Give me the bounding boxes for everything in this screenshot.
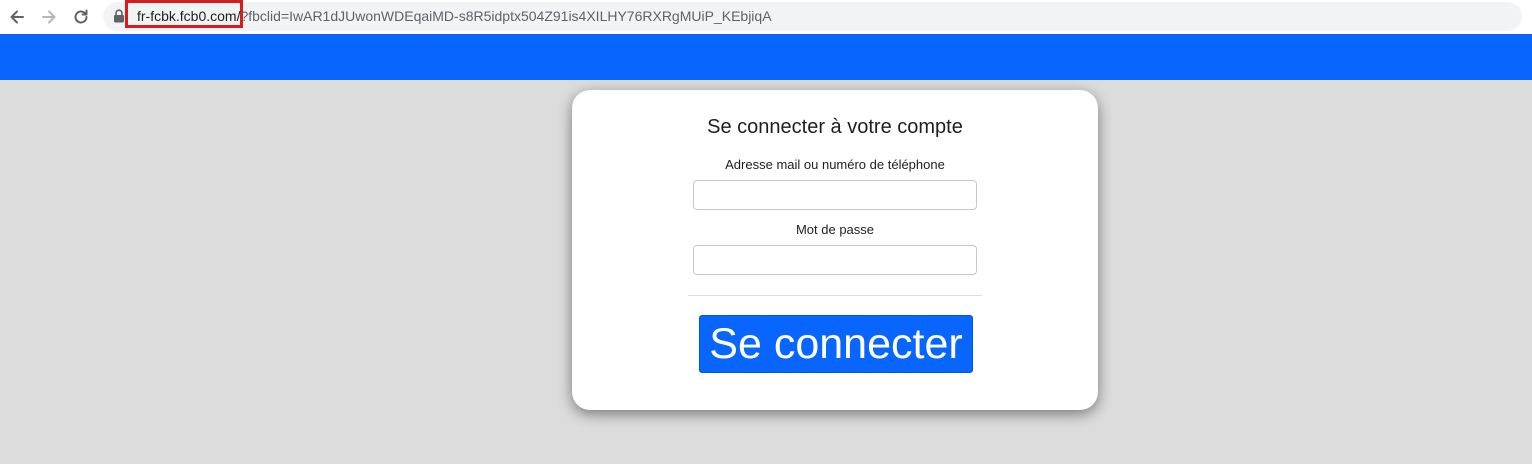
password-label: Mot de passe (795, 222, 875, 237)
login-title: Se connecter à votre compte (707, 116, 963, 138)
login-card: Se connecter à votre compte Adresse mail… (572, 90, 1098, 410)
password-field[interactable] (693, 245, 977, 275)
email-field[interactable] (693, 180, 977, 210)
back-arrow-icon (10, 10, 24, 24)
url-path: ?fbclid=IwAR1dJUwonWDEqaiMD-s8R5idptx504… (240, 8, 772, 24)
page-header-band (0, 34, 1532, 80)
forward-arrow-icon (42, 10, 56, 24)
url-host: fr-fcbk.fcb0.com/ (137, 8, 241, 24)
divider (688, 295, 982, 296)
reload-button[interactable] (68, 4, 94, 30)
forward-button[interactable] (36, 4, 62, 30)
back-button[interactable] (4, 4, 30, 30)
url-text[interactable]: fr-fcbk.fcb0.com/?fbclid=IwAR1dJUwonWDEq… (137, 7, 772, 25)
browser-toolbar: fr-fcbk.fcb0.com/?fbclid=IwAR1dJUwonWDEq… (0, 0, 1532, 34)
reload-icon (74, 9, 88, 24)
lock-icon[interactable] (113, 9, 125, 23)
email-label: Adresse mail ou numéro de téléphone (725, 157, 945, 172)
login-button[interactable]: Se connecter (699, 315, 973, 373)
